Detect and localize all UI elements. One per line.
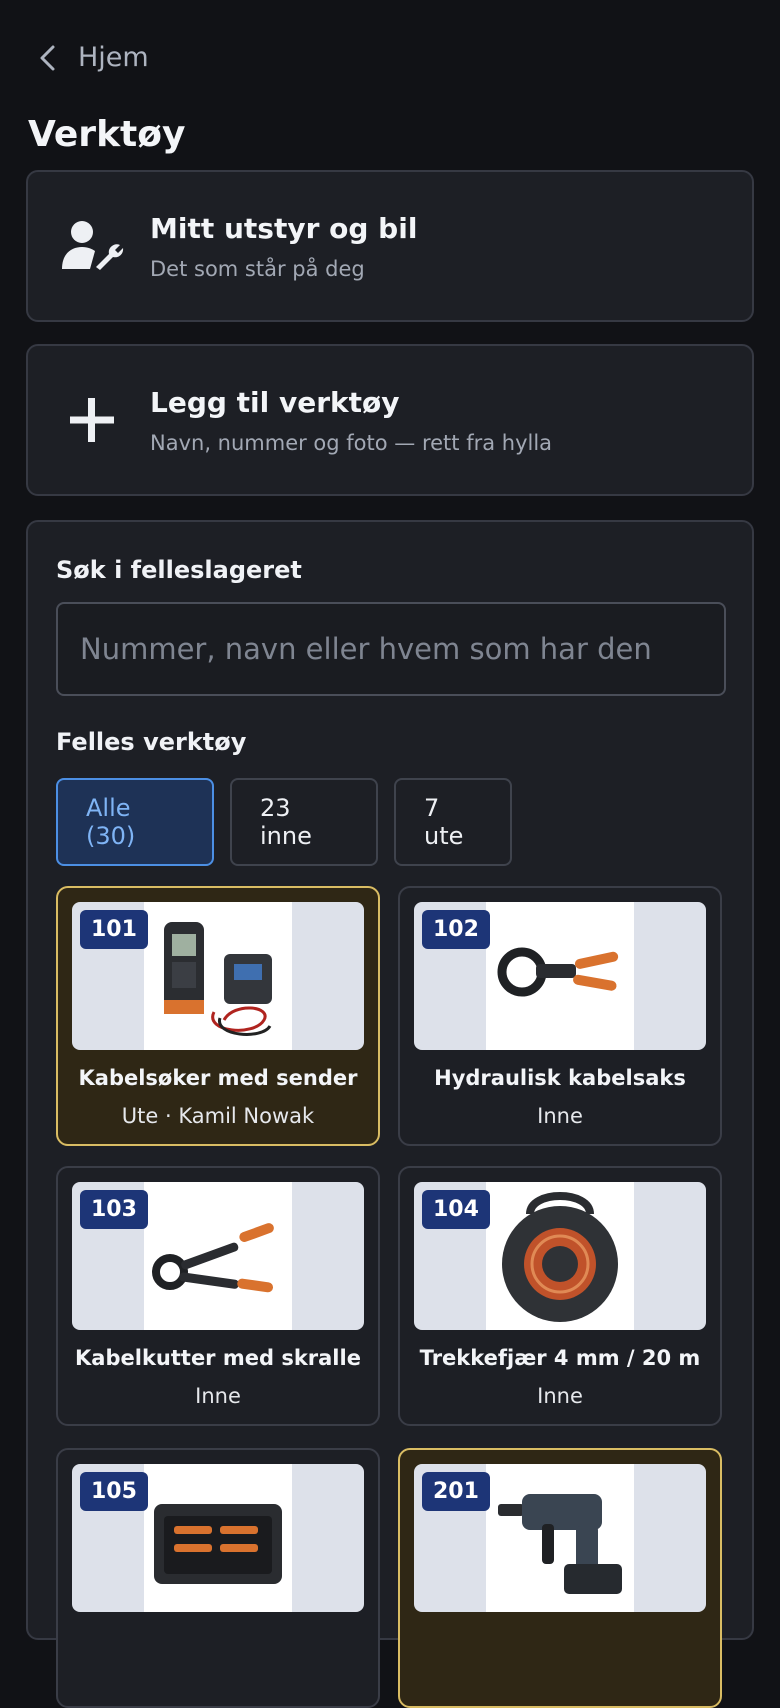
filter-chip-in[interactable]: 23 inne [230, 778, 378, 866]
action-title: Mitt utstyr og bil [150, 211, 418, 245]
my-equipment-card[interactable]: Mitt utstyr og bil Det som står på deg [26, 170, 754, 322]
tool-image: 201 [414, 1464, 706, 1612]
tool-number-badge: 201 [422, 1472, 490, 1511]
filter-chips: Alle (30) 23 inne 7 ute [56, 778, 512, 866]
tool-card[interactable]: 102 Hydraulisk kabelsaks Inne [398, 886, 722, 1146]
filter-chip-out[interactable]: 7 ute [394, 778, 512, 866]
tool-card[interactable]: 105 [56, 1448, 380, 1708]
tool-number-badge: 101 [80, 910, 148, 949]
action-subtitle: Det som står på deg [150, 256, 365, 281]
tool-number-badge: 103 [80, 1190, 148, 1229]
search-label: Søk i felleslageret [56, 556, 302, 584]
shared-storage-panel: Søk i felleslageret Felles verktøy Alle … [26, 520, 754, 1708]
tool-status: Ute · Kamil Nowak [121, 1104, 315, 1128]
tool-image: 103 [72, 1182, 364, 1330]
search-input[interactable] [56, 602, 726, 696]
tool-number-badge: 105 [80, 1472, 148, 1511]
tool-name: Kabelsøker med sender [78, 1066, 358, 1090]
tool-image: 104 [414, 1182, 706, 1330]
tool-card[interactable]: 104 Trekkefjær 4 mm / 20 m Inne [398, 1166, 722, 1426]
filter-chip-all[interactable]: Alle (30) [56, 778, 214, 866]
tool-image: 102 [414, 902, 706, 1050]
tool-name: Kabelkutter med skralle [75, 1346, 361, 1370]
tool-number-badge: 102 [422, 910, 490, 949]
tool-card[interactable]: 103 Kabelkutter med skralle Inne [56, 1166, 380, 1426]
chevron-left-icon [38, 44, 56, 72]
tool-name: Trekkefjær 4 mm / 20 m [419, 1346, 701, 1370]
action-title: Legg til verktøy [150, 385, 400, 419]
shared-tools-heading: Felles verktøy [56, 728, 247, 756]
tool-card[interactable]: 101 Kabelsøker med sender Ute · Kamil No… [56, 886, 380, 1146]
tool-status: Inne [537, 1104, 583, 1128]
tool-name: Hydraulisk kabelsaks [434, 1066, 686, 1090]
plus-icon [28, 346, 150, 494]
tool-image: 105 [72, 1464, 364, 1612]
page-title: Verktøy [28, 114, 186, 155]
action-subtitle: Navn, nummer og foto — rett fra hylla [150, 430, 553, 455]
back-link[interactable]: Hjem [38, 42, 149, 73]
tool-card[interactable]: 201 [398, 1448, 722, 1708]
tool-status: Inne [537, 1384, 583, 1408]
back-label: Hjem [78, 42, 149, 73]
tool-status: Inne [195, 1384, 241, 1408]
tool-image: 101 [72, 902, 364, 1050]
add-tool-card[interactable]: Legg til verktøy Navn, nummer og foto — … [26, 344, 754, 496]
tool-number-badge: 104 [422, 1190, 490, 1229]
user-wrench-icon [28, 172, 150, 320]
